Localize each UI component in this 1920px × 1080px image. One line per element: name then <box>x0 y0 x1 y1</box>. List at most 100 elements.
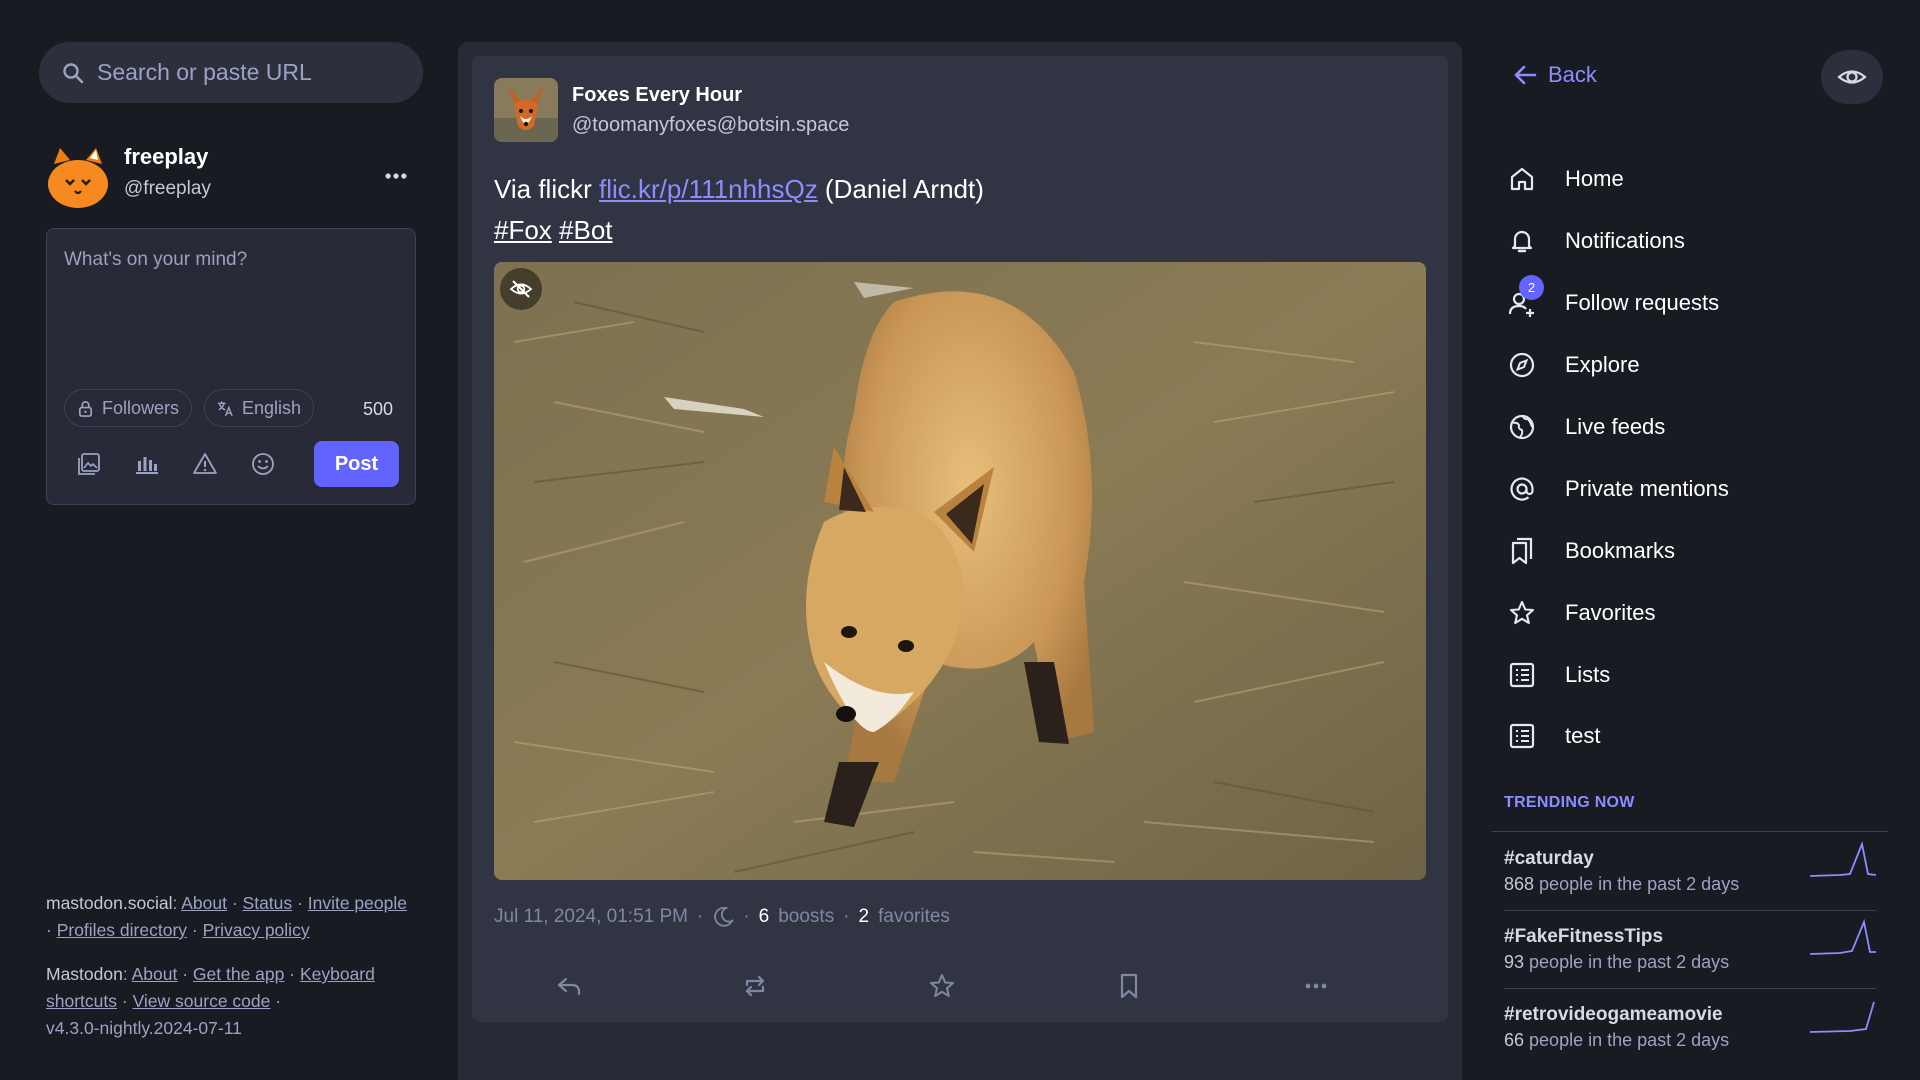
nav-item-live-feeds[interactable]: Live feeds <box>1492 402 1892 452</box>
bookmark-icon <box>1120 973 1138 999</box>
status-text-prefix: Via flickr <box>494 174 599 204</box>
hashtag-link[interactable]: #Bot <box>559 215 613 245</box>
more-actions-button[interactable] <box>1298 968 1334 1004</box>
post-button[interactable]: Post <box>314 441 399 487</box>
nav-label: Favorites <box>1565 600 1656 625</box>
compose-panel: freeplay @freeplay What's on your mind? … <box>39 42 423 1052</box>
trend-count: 868 <box>1504 874 1535 894</box>
footer-source-code-link[interactable]: View source code <box>133 991 271 1011</box>
nav-item-home[interactable]: Home <box>1492 154 1892 204</box>
trend-hashtag[interactable]: #caturday <box>1504 848 1594 870</box>
moon-icon <box>712 906 735 928</box>
bookmark-button[interactable] <box>1111 968 1147 1004</box>
status-author-avatar[interactable] <box>494 78 558 142</box>
footer-privacy-policy-link[interactable]: Privacy policy <box>203 920 310 940</box>
site-footer: mastodon.social: About · Status · Invite… <box>46 890 416 1042</box>
status-author-acct[interactable]: @toomanyfoxes@botsin.space <box>572 114 849 137</box>
search-icon <box>61 61 85 85</box>
trend-separator <box>1504 988 1876 989</box>
hide-media-button[interactable] <box>500 268 542 310</box>
account-handle: @freeplay <box>124 178 211 199</box>
search-box[interactable] <box>39 42 423 103</box>
character-counter: 500 <box>362 399 393 419</box>
trend-item[interactable]: #retrovideogameamovie 66 people in the p… <box>1504 1001 1876 1080</box>
trend-item[interactable]: #caturday 868 people in the past 2 days <box>1504 840 1876 925</box>
home-icon <box>1507 164 1537 194</box>
nav-item-private-mentions[interactable]: Private mentions <box>1492 464 1892 514</box>
boost-button[interactable] <box>737 968 773 1004</box>
status-author-name[interactable]: Foxes Every Hour <box>572 84 742 107</box>
add-poll-button[interactable] <box>132 449 162 479</box>
status-content: Via flickr flic.kr/p/111nhhsQz (Daniel A… <box>494 169 984 251</box>
footer-status-link[interactable]: Status <box>243 893 293 913</box>
favorites-label[interactable]: favorites <box>878 906 950 928</box>
nav-label: Lists <box>1565 662 1611 687</box>
nav-item-list-test[interactable]: test <box>1492 711 1892 761</box>
favorites-count[interactable]: 2 <box>859 906 870 928</box>
status-media-image[interactable] <box>494 262 1426 880</box>
nav-label: Follow requests <box>1565 290 1720 315</box>
trend-hashtag[interactable]: #FakeFitnessTips <box>1504 926 1663 948</box>
footer-server-links: mastodon.social: About · Status · Invite… <box>46 893 407 940</box>
translate-icon <box>217 400 234 417</box>
nav-label: Notifications <box>1565 228 1685 253</box>
footer-about-mastodon-link[interactable]: About <box>132 964 178 984</box>
compose-textarea[interactable]: What's on your mind? <box>64 249 247 271</box>
account-menu-button[interactable] <box>380 160 412 192</box>
status-text-line: Via flickr flic.kr/p/111nhhsQz (Daniel A… <box>494 169 984 210</box>
footer-get-app-link[interactable]: Get the app <box>193 964 284 984</box>
warning-icon <box>193 453 217 474</box>
nav-item-lists[interactable]: Lists <box>1492 650 1892 700</box>
toggle-visibility-button[interactable] <box>1821 50 1883 104</box>
compose-form[interactable]: What's on your mind? Followers English 5… <box>46 228 416 505</box>
content-warning-button[interactable] <box>190 449 220 479</box>
boosts-label[interactable]: boosts <box>778 906 834 928</box>
visibility-selector[interactable]: Followers <box>64 389 193 427</box>
status-meta: Jul 11, 2024, 01:51 PM · · 6 boosts · 2 … <box>494 906 950 928</box>
footer-about-link[interactable]: About <box>181 893 227 913</box>
nav-item-bookmarks[interactable]: Bookmarks <box>1492 526 1892 576</box>
trending-title: TRENDING NOW <box>1504 794 1635 811</box>
nav-item-notifications[interactable]: Notifications <box>1492 216 1892 266</box>
status-card[interactable]: Foxes Every Hour @toomanyfoxes@botsin.sp… <box>472 56 1448 1022</box>
status-link[interactable]: flic.kr/p/111nhhsQz <box>599 174 818 204</box>
emoji-picker-button[interactable] <box>248 449 278 479</box>
fox-photo <box>494 262 1426 880</box>
visibility-label: Followers <box>102 397 180 418</box>
add-media-button[interactable] <box>74 449 104 479</box>
meta-separator: · <box>843 906 850 927</box>
account-display-name[interactable]: freeplay <box>124 144 208 170</box>
account-avatar[interactable] <box>46 144 110 208</box>
nav-item-explore[interactable]: Explore <box>1492 340 1892 390</box>
search-input[interactable] <box>97 59 397 86</box>
trend-sparkline <box>1810 918 1876 955</box>
trend-item[interactable]: #FakeFitnessTips 93 people in the past 2… <box>1504 918 1876 1003</box>
nav-item-follow-requests[interactable]: 2 Follow requests <box>1492 275 1892 328</box>
trending-divider <box>1492 831 1888 832</box>
boosts-count[interactable]: 6 <box>759 906 770 928</box>
reply-icon <box>557 977 581 996</box>
compass-icon <box>1507 350 1537 380</box>
back-button[interactable]: Back <box>1512 62 1597 88</box>
trend-hashtag[interactable]: #retrovideogameamovie <box>1504 1004 1723 1026</box>
poll-icon <box>136 457 158 474</box>
favorite-button[interactable] <box>924 968 960 1004</box>
hashtag-link[interactable]: #Fox <box>494 215 552 245</box>
status-timestamp[interactable]: Jul 11, 2024, 01:51 PM <box>494 906 688 928</box>
language-selector[interactable]: English <box>204 389 315 427</box>
footer-invite-link[interactable]: Invite people <box>308 893 407 913</box>
list-icon <box>1507 721 1537 751</box>
meta-separator: · <box>743 906 750 927</box>
status-hashtags: #Fox #Bot <box>494 210 984 251</box>
bookmarks-icon <box>1507 536 1537 566</box>
nav-item-favorites[interactable]: Favorites <box>1492 588 1892 638</box>
trend-separator <box>1504 910 1876 911</box>
reply-button[interactable] <box>551 968 587 1004</box>
footer-version: v4.3.0-nightly.2024-07-11 <box>46 1018 242 1038</box>
nav-label: Bookmarks <box>1565 538 1676 563</box>
eye-icon <box>1837 70 1867 84</box>
trend-count-suffix: people in the past 2 days <box>1524 1030 1730 1050</box>
footer-profiles-directory-link[interactable]: Profiles directory <box>57 920 187 940</box>
trend-usage: 66 people in the past 2 days <box>1504 1030 1729 1051</box>
status-action-bar <box>472 956 1448 1016</box>
